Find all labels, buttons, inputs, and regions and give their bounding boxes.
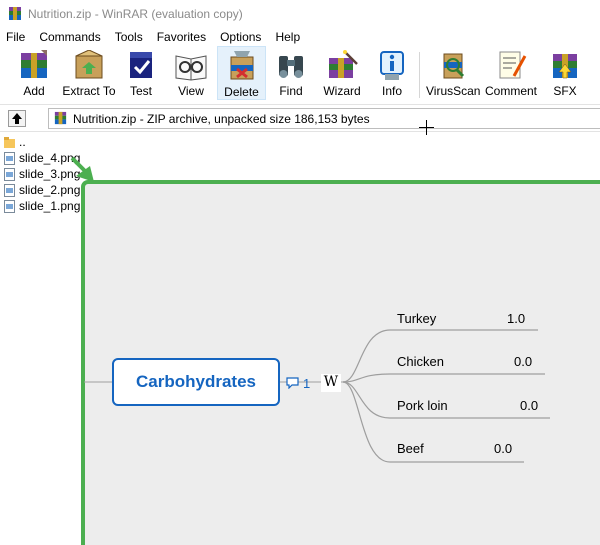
branch-value-pork-loin: 0.0	[520, 398, 539, 413]
branch-label-chicken[interactable]: Chicken	[397, 354, 444, 369]
comment-count-badge[interactable]: 1	[286, 374, 310, 392]
branch-value-chicken: 0.0	[514, 354, 533, 369]
central-topic[interactable]: Carbohydrates	[112, 358, 280, 406]
branch-value-turkey: 1.0	[507, 311, 526, 326]
comment-count: 1	[303, 375, 311, 391]
branch-label-beef[interactable]: Beef	[397, 441, 424, 456]
mindmap-connectors	[84, 329, 550, 463]
branch-value-beef: 0.0	[494, 441, 513, 456]
wikipedia-badge[interactable]: W	[321, 374, 341, 392]
branch-label-pork-loin[interactable]: Pork loin	[397, 398, 448, 413]
comment-bubble-icon	[286, 377, 299, 389]
branch-line-chicken	[342, 373, 545, 383]
branch-label-turkey[interactable]: Turkey	[397, 311, 436, 326]
